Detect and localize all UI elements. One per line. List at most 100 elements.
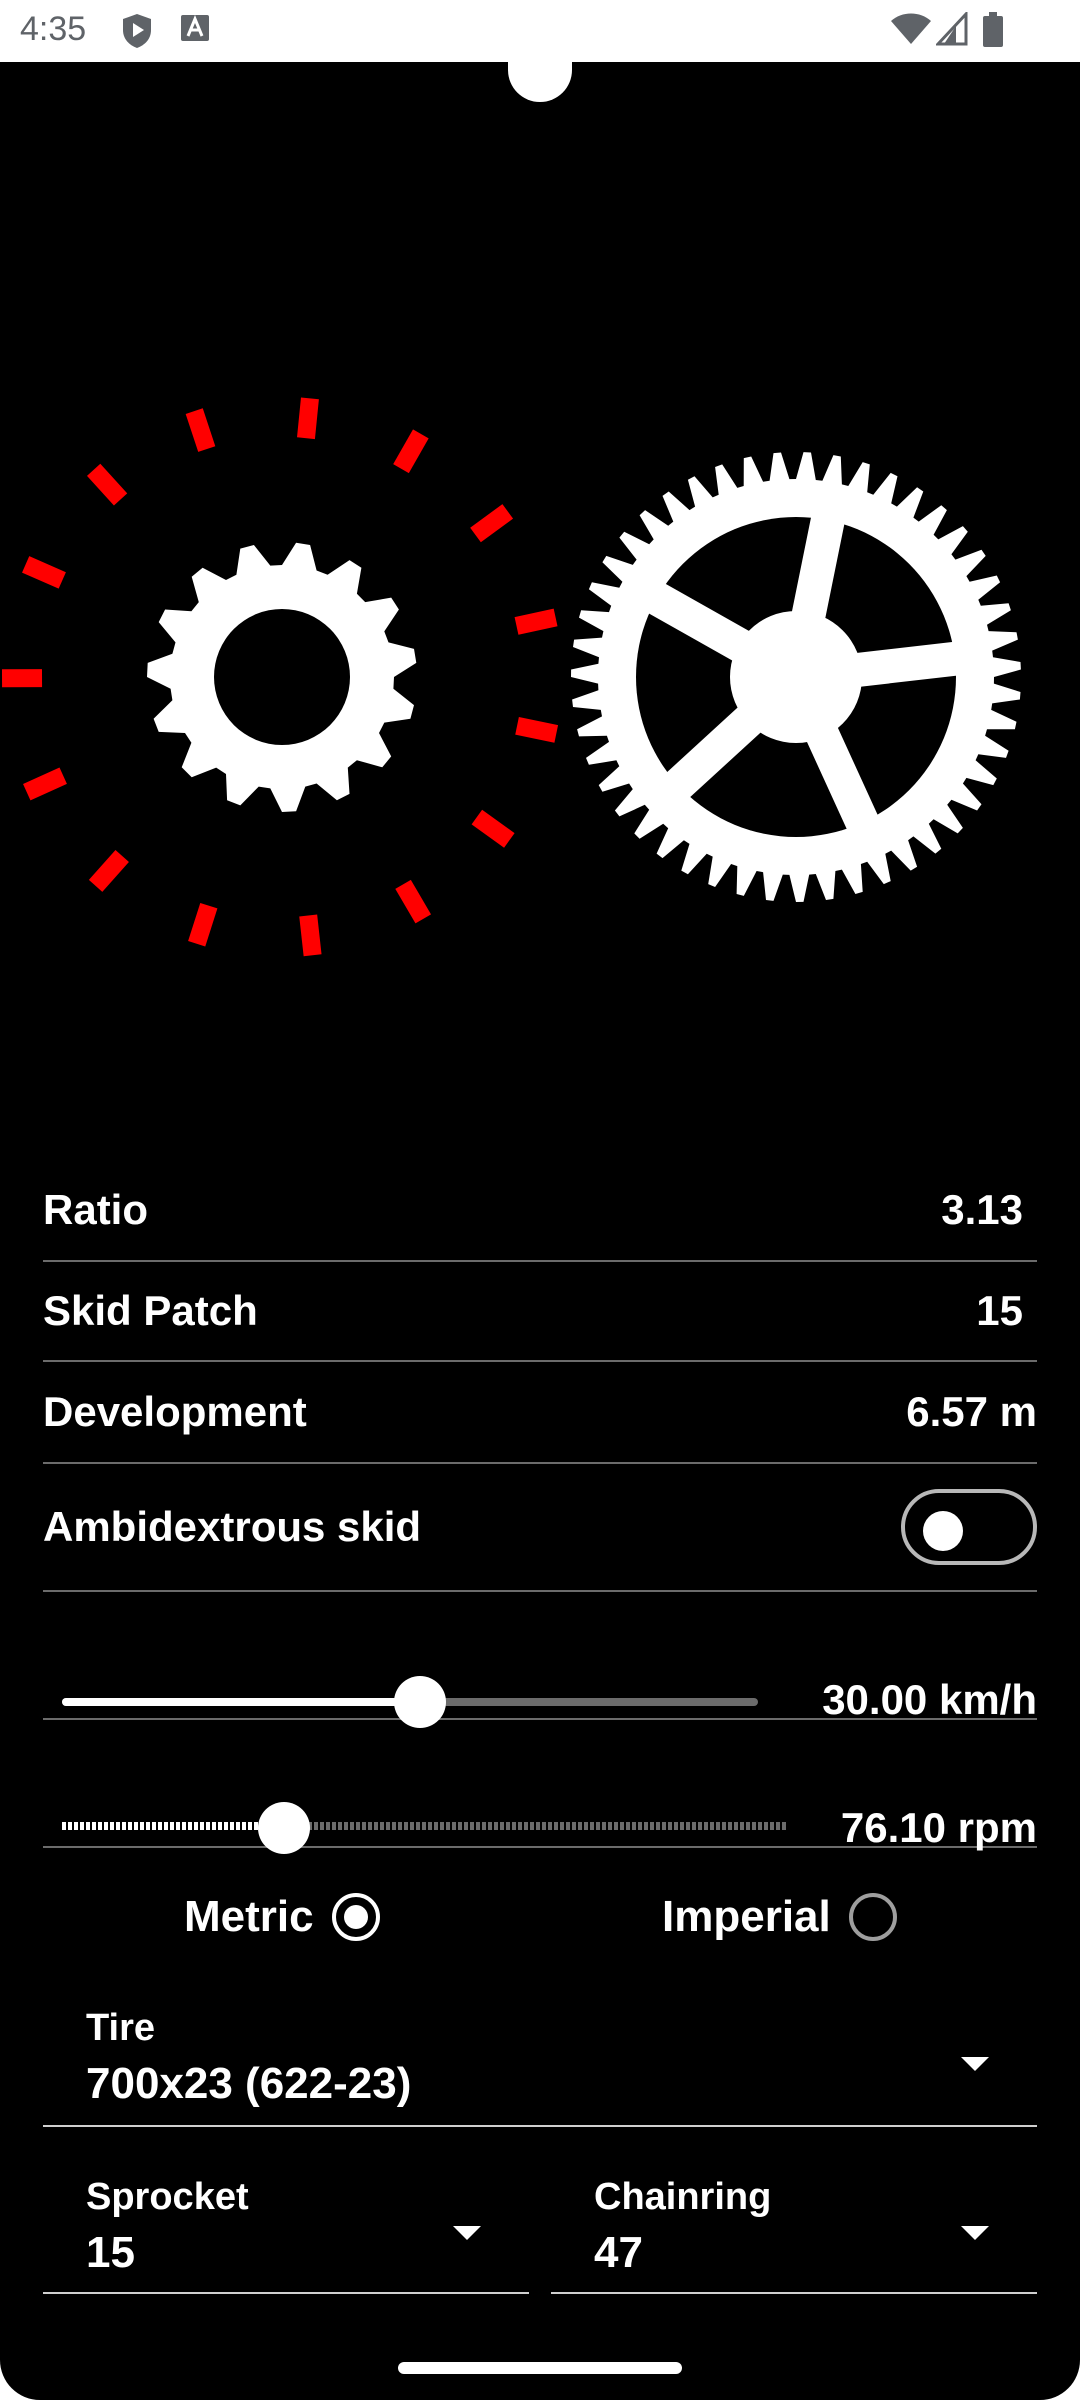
chainring-label: Chainring (594, 2176, 772, 2218)
cadence-track-tick (452, 1822, 456, 1830)
sprocket-dropdown[interactable]: Sprocket 15 (43, 2142, 529, 2294)
cadence-track-tick (320, 1822, 324, 1830)
cadence-track-tick (146, 1822, 150, 1830)
skid-patch-mark (185, 408, 216, 452)
speed-value: 30.00 km/h (822, 1676, 1037, 1723)
development-label: Development (43, 1388, 307, 1435)
tire-dropdown[interactable]: Tire 700x23 (622-23) (43, 1977, 1037, 2127)
cadence-track-tick (512, 1822, 516, 1830)
cell-signal-icon (936, 12, 968, 46)
cadence-track-tick (80, 1822, 84, 1830)
cadence-track-tick (596, 1822, 600, 1830)
cadence-track-tick (776, 1822, 780, 1830)
cadence-track-tick (632, 1822, 636, 1830)
cadence-track-tick (314, 1822, 318, 1830)
toggle-knob (923, 1511, 963, 1551)
cadence-track-tick (782, 1822, 786, 1830)
cadence-track-tick (746, 1822, 750, 1830)
cadence-track-tick (242, 1822, 246, 1830)
metric-label: Metric (184, 1892, 314, 1941)
cadence-value: 76.10 rpm (840, 1804, 1037, 1851)
ratio-row: Ratio 3.13 (43, 1160, 1037, 1262)
imperial-option[interactable]: Imperial (662, 1877, 897, 1957)
metric-radio[interactable] (331, 1893, 380, 1941)
sprocket-label: Sprocket (86, 2176, 249, 2218)
cadence-track-tick (188, 1822, 192, 1830)
gear-illustration (1, 397, 1021, 957)
cadence-track-tick (770, 1822, 774, 1830)
status-time: 4:35 (20, 10, 87, 48)
cadence-track-tick (482, 1822, 486, 1830)
skid-patch-row: Skid Patch 15 (43, 1262, 1037, 1362)
cadence-track-tick (428, 1822, 432, 1830)
ratio-label: Ratio (43, 1186, 148, 1233)
speed-slider-fill (62, 1698, 410, 1706)
cadence-track-tick (536, 1822, 540, 1830)
cadence-track-tick (500, 1822, 504, 1830)
cadence-track-tick (338, 1822, 342, 1830)
cadence-track-tick (668, 1822, 672, 1830)
skid-patch-mark (299, 914, 322, 957)
cadence-track-tick (74, 1822, 78, 1830)
sprocket-hub-hole (214, 609, 350, 745)
cadence-track-tick (152, 1822, 156, 1830)
cadence-track-tick (140, 1822, 144, 1830)
cadence-track-tick (440, 1822, 444, 1830)
font-a-icon (181, 15, 209, 41)
skid-patch-mark (22, 556, 66, 589)
cadence-slider-thumb[interactable] (257, 1802, 310, 1854)
ratio-value: 3.13 (941, 1186, 1023, 1233)
cadence-track-tick (68, 1822, 72, 1830)
cadence-track-tick (182, 1822, 186, 1830)
skid-patch-mark (297, 397, 319, 440)
cadence-track-tick (434, 1822, 438, 1830)
skid-patch-mark (514, 608, 558, 635)
cadence-track-tick (548, 1822, 552, 1830)
cadence-track-tick (116, 1822, 120, 1830)
skid-patch-mark (188, 902, 218, 947)
skid-patch-mark (515, 717, 559, 743)
cadence-track-tick (722, 1822, 726, 1830)
chevron-down-icon (453, 2226, 481, 2240)
cadence-track-tick (488, 1822, 492, 1830)
skid-patch-mark (23, 767, 67, 801)
cadence-track-tick (476, 1822, 480, 1830)
imperial-radio[interactable] (848, 1893, 897, 1941)
ambidextrous-toggle[interactable] (901, 1489, 1037, 1565)
cadence-track-tick (464, 1822, 468, 1830)
cadence-track-tick (410, 1822, 414, 1830)
cadence-track-tick (644, 1822, 648, 1830)
cadence-track-tick (608, 1822, 612, 1830)
shield-play-icon (123, 14, 151, 48)
cadence-track-tick (158, 1822, 162, 1830)
cadence-track-tick (104, 1822, 108, 1830)
cadence-track-tick (422, 1822, 426, 1830)
cadence-track-tick (86, 1822, 90, 1830)
cadence-track-tick (218, 1822, 222, 1830)
cadence-track-tick (446, 1822, 450, 1830)
metric-option[interactable]: Metric (184, 1877, 380, 1957)
skid-patch-label: Skid Patch (43, 1287, 258, 1334)
cadence-track-tick (626, 1822, 630, 1830)
cadence-track-tick (584, 1822, 588, 1830)
tire-value: 700x23 (622-23) (86, 2059, 412, 2108)
cadence-track-tick (170, 1822, 174, 1830)
cadence-track-tick (680, 1822, 684, 1830)
cadence-track-tick (662, 1822, 666, 1830)
chainring-value: 47 (594, 2228, 643, 2277)
cadence-track-tick (728, 1822, 732, 1830)
cadence-track-tick (62, 1822, 66, 1830)
cadence-track-tick (692, 1822, 696, 1830)
cadence-track-tick (404, 1822, 408, 1830)
cadence-track-tick (710, 1822, 714, 1830)
wifi-icon (891, 13, 931, 44)
cadence-track-tick (602, 1822, 606, 1830)
cadence-track-tick (368, 1822, 372, 1830)
chainring-dropdown[interactable]: Chainring 47 (551, 2142, 1037, 2294)
speed-slider-thumb[interactable] (394, 1676, 446, 1728)
cadence-track-tick (704, 1822, 708, 1830)
ambidextrous-row: Ambidextrous skid (43, 1464, 1037, 1592)
gesture-nav-bar[interactable] (398, 2362, 682, 2374)
skid-patch-mark (393, 429, 429, 474)
cadence-track-tick (380, 1822, 384, 1830)
